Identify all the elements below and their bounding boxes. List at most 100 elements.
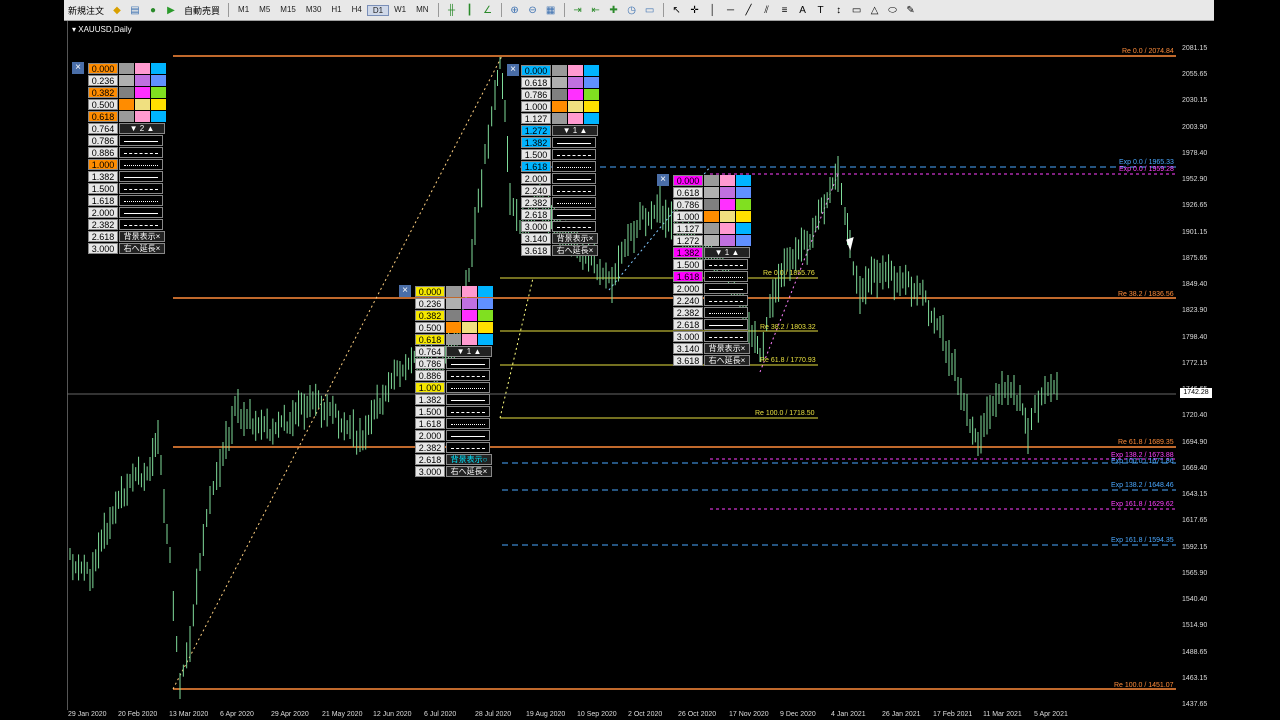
zoom-in-icon[interactable]: ⊕ (508, 3, 522, 17)
line-style-option[interactable] (119, 183, 163, 194)
text-icon[interactable]: A (796, 3, 810, 17)
color-swatch[interactable] (720, 175, 735, 186)
color-swatch[interactable] (736, 211, 751, 222)
fibo-ratio-value[interactable]: 2.240 (521, 185, 551, 196)
fibo-ratio-value[interactable]: 0.786 (521, 89, 551, 100)
fibo-ratio-value[interactable]: 0.000 (673, 175, 703, 186)
line-style-option[interactable] (119, 159, 163, 170)
extend-right-button[interactable]: 右へ延長× (704, 355, 750, 366)
line-style-option[interactable] (704, 259, 748, 270)
line-width-stepper[interactable]: ▼ 2 ▲ (119, 123, 165, 134)
color-swatch[interactable] (568, 77, 583, 88)
fibo-ratio-value[interactable]: 3.000 (673, 331, 703, 342)
fibo-ratio-value[interactable]: 2.618 (415, 454, 445, 465)
indicators-icon[interactable]: ✚ (607, 3, 621, 17)
fibo-ratio-value[interactable]: 3.000 (88, 243, 118, 254)
fibo-ratio-value[interactable]: 3.000 (415, 466, 445, 477)
color-swatch[interactable] (462, 334, 477, 345)
line-style-option[interactable] (446, 406, 490, 417)
line-style-option[interactable] (704, 319, 748, 330)
timeframe-m30[interactable]: M30 (301, 5, 327, 16)
color-swatch[interactable] (119, 75, 134, 86)
line-style-option[interactable] (704, 295, 748, 306)
color-swatch[interactable] (736, 199, 751, 210)
fibo-ratio-value[interactable]: 2.618 (673, 319, 703, 330)
background-toggle-button[interactable]: 背景表示× (552, 233, 598, 244)
color-swatch[interactable] (704, 187, 719, 198)
fibonacci-icon[interactable]: ≡ (778, 3, 792, 17)
color-swatch[interactable] (720, 187, 735, 198)
color-swatch[interactable] (119, 87, 134, 98)
background-toggle-button[interactable]: 背景表示× (119, 231, 165, 242)
timeframe-w1[interactable]: W1 (389, 5, 411, 16)
templates-icon[interactable]: ▭ (643, 3, 657, 17)
color-swatch[interactable] (135, 99, 150, 110)
color-swatch[interactable] (736, 223, 751, 234)
fibo-ratio-value[interactable]: 1.127 (673, 223, 703, 234)
line-style-option[interactable] (446, 430, 490, 441)
color-swatch[interactable] (568, 89, 583, 100)
pencil-icon[interactable]: ✎ (904, 3, 918, 17)
crosshair-icon[interactable]: ✛ (688, 3, 702, 17)
periods-icon[interactable]: ◷ (625, 3, 639, 17)
candle-chart-icon[interactable]: ┃ (463, 3, 477, 17)
color-swatch[interactable] (446, 334, 461, 345)
line-style-option[interactable] (119, 219, 163, 230)
down-arrow-icon[interactable]: ▼ (563, 126, 573, 135)
chart-shift-icon[interactable]: ⇥ (571, 3, 585, 17)
color-swatch[interactable] (119, 63, 134, 74)
line-width-stepper[interactable]: ▼ 1 ▲ (704, 247, 750, 258)
panel-close-button[interactable]: × (657, 174, 669, 186)
fibo-ratio-value[interactable]: 0.786 (673, 199, 703, 210)
color-swatch[interactable] (135, 63, 150, 74)
color-swatch[interactable] (704, 223, 719, 234)
folder-icon[interactable]: ◆ (110, 3, 124, 17)
color-swatch[interactable] (552, 101, 567, 112)
color-swatch[interactable] (462, 310, 477, 321)
fibo-ratio-value[interactable]: 1.382 (521, 137, 551, 148)
timeframe-m15[interactable]: M15 (275, 5, 301, 16)
color-swatch[interactable] (151, 111, 166, 122)
color-swatch[interactable] (462, 298, 477, 309)
color-swatch[interactable] (446, 322, 461, 333)
fibo-ratio-value[interactable]: 1.618 (415, 418, 445, 429)
color-swatch[interactable] (720, 223, 735, 234)
color-swatch[interactable] (119, 111, 134, 122)
fibo-ratio-value[interactable]: 0.764 (88, 123, 118, 134)
color-swatch[interactable] (704, 175, 719, 186)
fibo-ratio-value[interactable]: 0.618 (521, 77, 551, 88)
color-swatch[interactable] (478, 322, 493, 333)
color-swatch[interactable] (552, 89, 567, 100)
autoscroll-icon[interactable]: ⇤ (589, 3, 603, 17)
line-style-option[interactable] (552, 221, 596, 232)
line-style-option[interactable] (446, 394, 490, 405)
color-swatch[interactable] (584, 65, 599, 76)
color-swatch[interactable] (720, 199, 735, 210)
fibo-ratio-value[interactable]: 3.140 (521, 233, 551, 244)
color-swatch[interactable] (462, 286, 477, 297)
fibo-ratio-value[interactable]: 2.618 (88, 231, 118, 242)
label-icon[interactable]: T (814, 3, 828, 17)
fibo-ratio-value[interactable]: 0.618 (415, 334, 445, 345)
line-style-option[interactable] (704, 283, 748, 294)
color-swatch[interactable] (135, 75, 150, 86)
up-arrow-icon[interactable]: ▲ (144, 124, 154, 133)
fibo-ratio-value[interactable]: 0.000 (88, 63, 118, 74)
fibo-ratio-value[interactable]: 0.786 (415, 358, 445, 369)
color-swatch[interactable] (704, 211, 719, 222)
fibo-ratio-value[interactable]: 1.382 (673, 247, 703, 258)
color-swatch[interactable] (151, 63, 166, 74)
line-style-option[interactable] (552, 161, 596, 172)
color-swatch[interactable] (736, 235, 751, 246)
color-swatch[interactable] (720, 235, 735, 246)
fibo-ratio-value[interactable]: 1.618 (673, 271, 703, 282)
timeframe-h4[interactable]: H4 (347, 5, 367, 16)
down-arrow-icon[interactable]: ▼ (130, 124, 140, 133)
fibo-ratio-value[interactable]: 0.382 (88, 87, 118, 98)
line-style-option[interactable] (704, 271, 748, 282)
down-arrow-icon[interactable]: ▼ (457, 347, 467, 356)
color-swatch[interactable] (584, 101, 599, 112)
color-swatch[interactable] (736, 175, 751, 186)
color-swatch[interactable] (568, 65, 583, 76)
timeframe-d1[interactable]: D1 (366, 4, 390, 16)
